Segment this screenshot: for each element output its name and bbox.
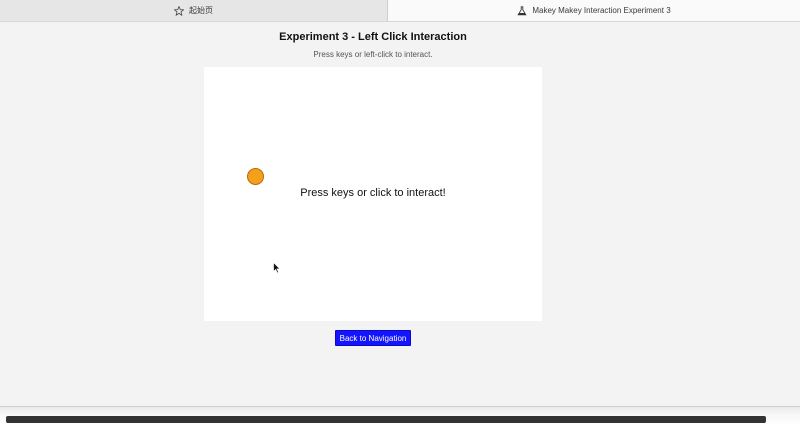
- page-title: Experiment 3 - Left Click Interaction: [279, 31, 467, 43]
- bottom-scrollbar[interactable]: [6, 416, 766, 423]
- tab-start-page[interactable]: 起始页: [0, 0, 388, 21]
- tab-label: 起始页: [189, 6, 213, 15]
- tab-label: Makey Makey Interaction Experiment 3: [532, 6, 671, 15]
- star-icon: [173, 5, 185, 16]
- canvas-message: Press keys or click to interact!: [300, 187, 446, 199]
- interaction-canvas[interactable]: Press keys or click to interact!: [204, 67, 542, 321]
- flask-icon: [517, 5, 527, 16]
- tab-experiment-3[interactable]: Makey Makey Interaction Experiment 3: [388, 0, 800, 21]
- page-subtitle: Press keys or left-click to interact.: [313, 50, 433, 59]
- back-to-navigation-button[interactable]: Back to Navigation: [335, 330, 411, 346]
- page-content: Experiment 3 - Left Click Interaction Pr…: [0, 22, 800, 406]
- mouse-cursor-icon: [273, 261, 281, 274]
- tab-bar: 起始页 Makey Makey Interaction Experiment 3: [0, 0, 800, 22]
- orange-ball: [247, 168, 264, 185]
